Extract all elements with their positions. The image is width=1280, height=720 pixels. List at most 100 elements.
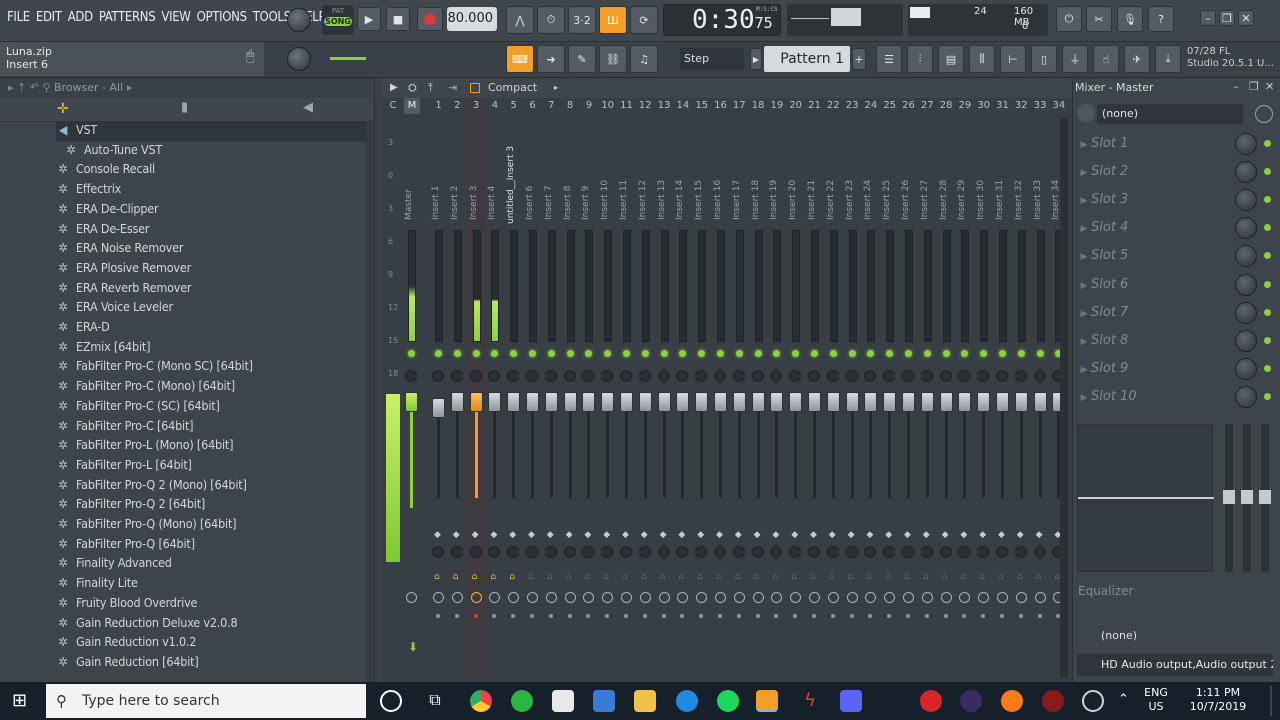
strip-fader[interactable] [638,392,652,412]
stereo-separation-icon[interactable]: ◆ [960,530,967,540]
eq-band-handle[interactable] [1259,490,1271,504]
strip-stereo-knob[interactable] [770,546,783,558]
stereo-separation-icon[interactable]: ◆ [490,530,497,540]
strip-fader[interactable] [883,392,897,412]
strip-route-dot[interactable] [699,614,704,618]
spotify-icon[interactable] [717,690,739,712]
strip-pan-knob[interactable] [469,370,482,382]
strip-enable-led[interactable] [829,350,837,357]
strip-fader[interactable] [826,392,840,412]
strip-fader[interactable] [507,392,521,412]
eq-band-mid[interactable] [1241,424,1253,572]
send-switch-icon[interactable]: ⌂ [791,572,797,582]
strip-route-dot[interactable] [530,614,534,618]
file-explorer-icon[interactable] [634,690,656,712]
slot-mix-knob[interactable] [1235,301,1257,324]
strip-enable-led[interactable] [472,350,480,357]
strip-stereo-knob[interactable] [977,546,990,558]
mixer-strip[interactable]: 8 Insert 8 ◆ ⌂ [561,98,580,682]
window-restore-button[interactable]: ❐ [1219,10,1235,26]
strip-stereo-knob[interactable] [864,546,877,558]
strip-fader[interactable] [1014,392,1028,412]
strip-enable-led[interactable] [510,350,518,357]
slot-mix-knob[interactable] [1235,161,1257,184]
strip-stereo-knob[interactable] [450,546,463,558]
add-pattern-button[interactable]: + [852,48,866,70]
language-indicator[interactable]: ENG US [1142,686,1170,714]
browser-plugin-item[interactable]: ✲ ERA De-Clipper [56,201,158,221]
draw-tool-button[interactable]: ✎ [568,45,596,73]
strip-route-dot[interactable] [774,614,779,618]
browser-plugin-item[interactable]: ✲ ERA Voice Leveler [56,299,173,319]
strip-fader[interactable] [714,392,727,412]
strip-enable-led[interactable] [923,350,931,357]
metronome-button[interactable]: ⋀ [506,6,534,34]
strip-route-knob[interactable] [583,592,595,603]
strip-fader[interactable] [845,392,859,412]
master-volume-slider[interactable] [330,57,366,60]
strip-stereo-knob[interactable] [808,546,820,558]
strip-enable-led[interactable] [529,350,536,357]
strip-stereo-knob[interactable] [544,546,557,558]
strip-stereo-knob[interactable] [826,546,839,558]
stereo-separation-icon[interactable]: ◆ [641,530,648,540]
media-icon[interactable] [1042,690,1064,712]
project-button[interactable]: ▯ [1031,45,1057,73]
stereo-separation-icon[interactable]: ◆ [942,530,949,540]
mixer-button[interactable]: ⫼ [969,45,995,73]
browser-plugin-item[interactable]: ✲ ERA Reverb Remover [56,280,191,300]
strip-enable-led[interactable] [623,350,630,357]
send-switch-icon[interactable]: ⌂ [1036,572,1042,582]
strip-enable-led[interactable] [717,350,724,357]
strip-route-dot[interactable] [492,614,497,618]
stereo-separation-icon[interactable]: ◆ [923,530,930,540]
touch-controller-button[interactable]: ☝ [1093,45,1119,73]
strip-enable-led[interactable] [773,350,781,357]
send-switch-icon[interactable]: ⌂ [660,572,666,582]
menu-file[interactable]: FILE [4,10,33,25]
strip-pan-knob[interactable] [563,370,576,382]
strip-route-dot[interactable] [680,614,685,618]
strip-fader[interactable] [695,392,709,412]
send-switch-icon[interactable]: ⌂ [490,572,496,582]
stereo-separation-icon[interactable]: ◆ [509,530,516,540]
strip-fader[interactable] [657,392,671,412]
strip-stereo-knob[interactable] [507,546,520,558]
windows-start-icon[interactable]: ⊞ [12,690,27,711]
strip-pan-knob[interactable] [770,370,783,382]
send-switch-icon[interactable]: ⌂ [584,572,590,582]
strip-enable-led[interactable] [453,350,461,357]
strip-enable-led[interactable] [679,350,687,357]
cpu-reset-button[interactable]: ⏻ [1056,6,1082,32]
strip-pan-knob[interactable] [826,370,839,382]
strip-route-knob[interactable] [545,592,557,603]
mixer-strip[interactable]: 16 Insert 16 ◆ ⌂ [711,98,730,682]
chrome-icon[interactable] [470,690,492,712]
stereo-separation-icon[interactable]: ◆ [1017,530,1024,540]
mixer-strip[interactable]: 24 Insert 24 ◆ ⌂ [861,98,880,682]
mixer-strip[interactable]: 1 Insert 1 ◆ ⌂ [429,98,448,682]
strip-route-dot[interactable] [1018,614,1023,618]
strip-pan-knob[interactable] [450,370,463,382]
browser-plugin-item[interactable]: ✲ Console Recall [56,161,155,181]
send-switch-icon[interactable]: ⌂ [603,572,609,582]
mixer-menu-icon[interactable]: ▶ [390,78,398,98]
send-switch-icon[interactable]: ⌂ [622,572,628,582]
strip-stereo-knob[interactable] [695,546,708,558]
browser-plugin-item[interactable]: ✲ FabFilter Pro-C (Mono) [64bit] [56,378,235,398]
mixer-arrow-icon[interactable]: ⇥ [448,78,457,98]
strip-pan-knob[interactable] [657,370,670,382]
browser-plugin-item[interactable]: ✲ Auto-Tune VST [64,142,162,162]
strip-enable-led[interactable] [408,350,415,357]
strip-route-knob[interactable] [406,592,417,603]
strip-stereo-knob[interactable] [432,546,444,558]
strip-fader[interactable] [977,392,991,412]
strip-route-knob[interactable] [602,592,614,603]
send-switch-icon[interactable]: ⌂ [772,572,778,582]
eq-graph[interactable] [1077,424,1214,572]
slot-mix-knob[interactable] [1235,357,1257,380]
discord-icon[interactable] [840,690,862,712]
strip-fader[interactable] [601,392,615,412]
stereo-separation-icon[interactable]: ◆ [434,530,441,540]
menu-options[interactable]: OPTIONS [194,10,250,25]
